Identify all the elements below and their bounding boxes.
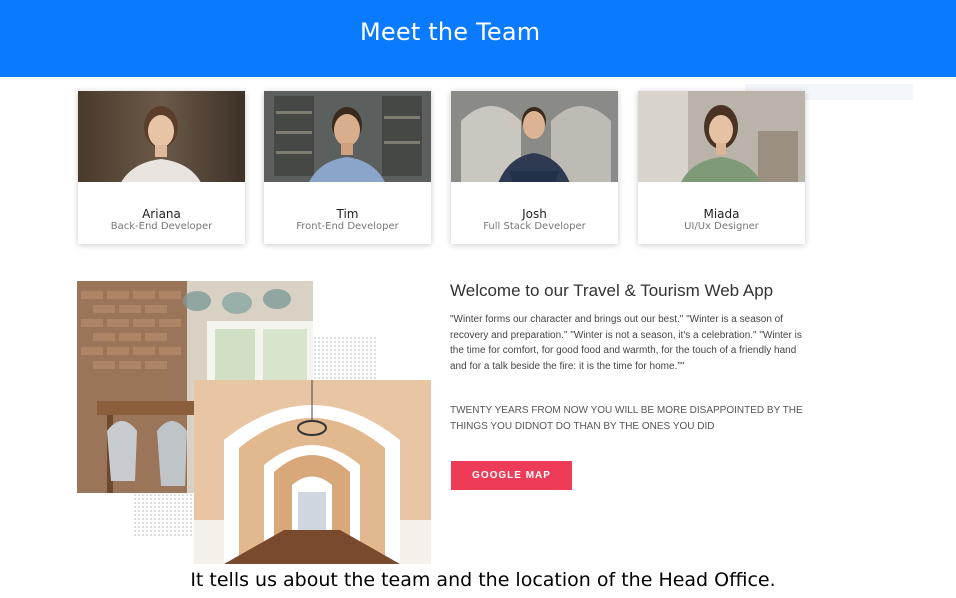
team-member-role: Front-End Developer (296, 221, 399, 232)
team-card-tim[interactable]: Tim Front-End Developer (264, 91, 431, 244)
page-title: Meet the Team (360, 18, 541, 46)
google-map-button[interactable]: GOOGLE MAP (451, 461, 572, 490)
team-member-role: UI/Ux Designer (684, 221, 759, 232)
team-member-name: Miada (703, 207, 740, 221)
team-member-name: Ariana (142, 207, 181, 221)
welcome-heading: Welcome to our Travel & Tourism Web App (450, 281, 774, 300)
winter-quote-text: "Winter forms our character and brings o… (450, 314, 802, 372)
team-photo-ariana (78, 91, 245, 189)
dot-pattern-decoration (313, 336, 378, 381)
dot-pattern-decoration (133, 493, 195, 536)
header-bar: Meet the Team (0, 0, 956, 77)
team-photo-miada (638, 91, 805, 189)
team-member-name: Josh (522, 207, 547, 221)
team-member-role: Back-End Developer (110, 221, 213, 232)
hallway-image (194, 380, 431, 564)
team-member-role: Full Stack Developer (483, 221, 586, 232)
slide-caption: It tells us about the team and the locat… (190, 569, 776, 591)
team-photo-tim (264, 91, 431, 189)
team-card-ariana[interactable]: Ariana Back-End Developer (78, 91, 245, 244)
team-card-miada[interactable]: Miada UI/Ux Designer (638, 91, 805, 244)
team-member-name: Tim (336, 207, 359, 221)
motivational-caps-text: TWENTY YEARS FROM NOW YOU WILL BE MORE D… (450, 405, 803, 432)
team-photo-josh (451, 91, 618, 189)
team-card-josh[interactable]: Josh Full Stack Developer (451, 91, 618, 244)
